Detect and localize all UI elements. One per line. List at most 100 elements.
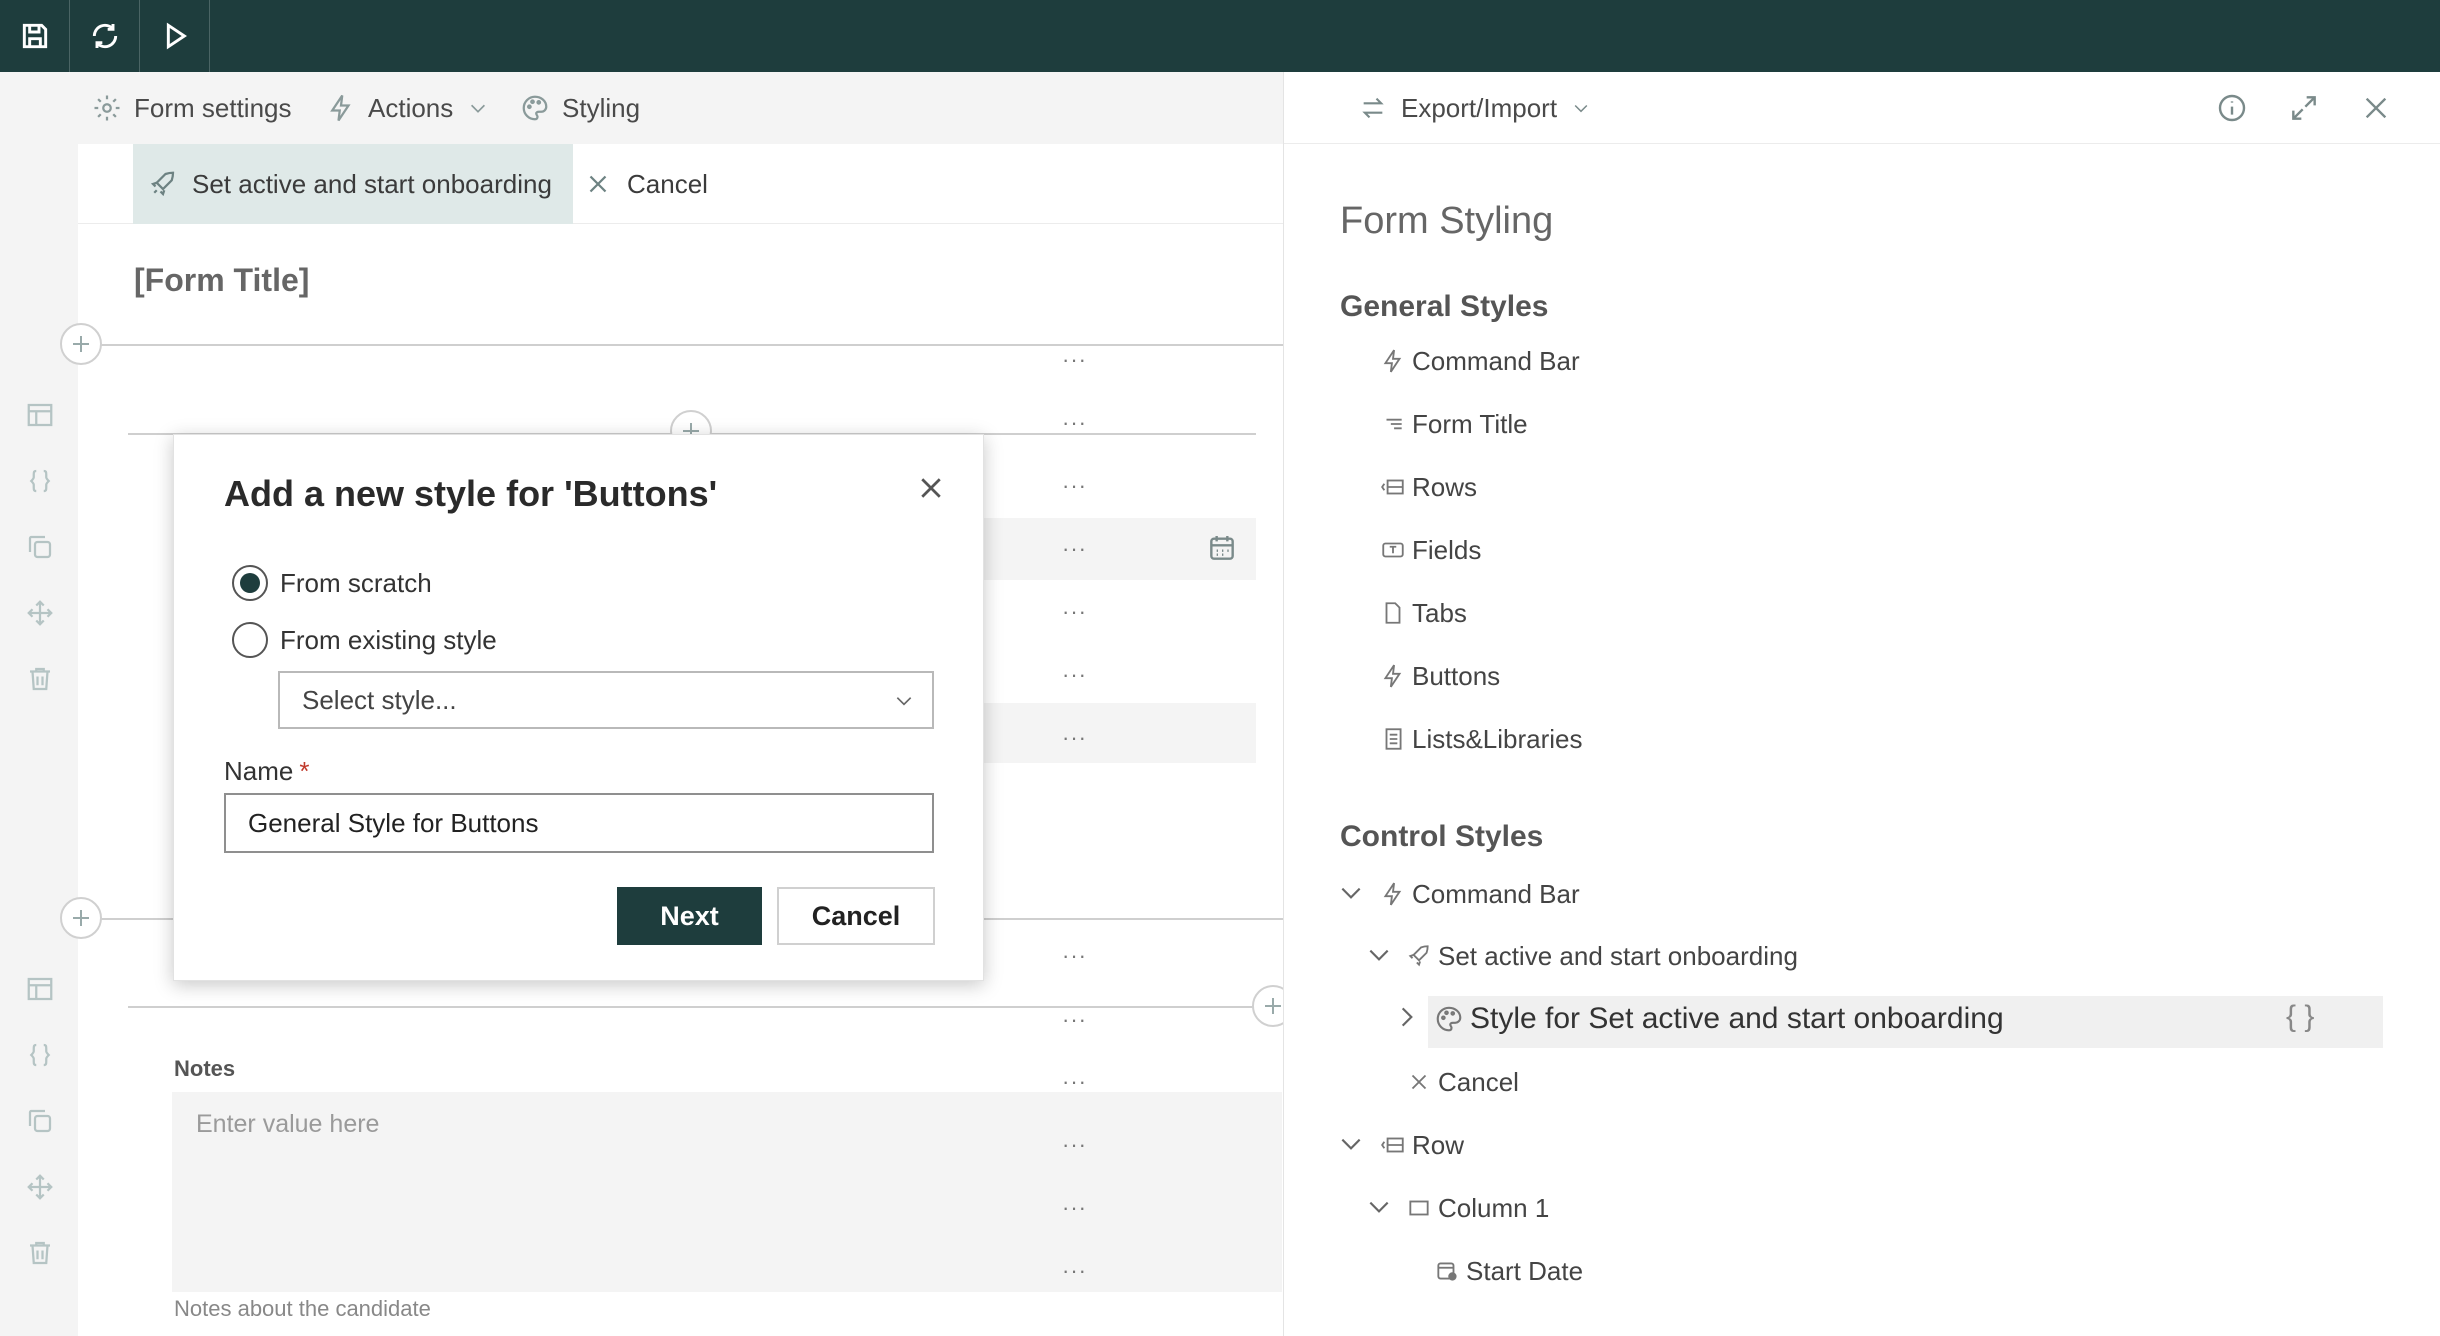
gear-icon bbox=[94, 95, 120, 121]
more-options-button[interactable]: ··· bbox=[1062, 664, 1092, 686]
more-options-button[interactable]: ··· bbox=[1062, 412, 1092, 434]
more-options-button[interactable]: ··· bbox=[1062, 945, 1092, 967]
code-braces-icon[interactable] bbox=[23, 1038, 57, 1072]
tree-label: Fields bbox=[1412, 534, 1482, 565]
row-settings-icon[interactable] bbox=[23, 972, 57, 1006]
more-options-button[interactable]: ··· bbox=[1062, 727, 1092, 749]
calendar-icon bbox=[1434, 1258, 1460, 1284]
chevron-down-icon[interactable] bbox=[1338, 1131, 1364, 1157]
general-item-buttons[interactable]: Buttons bbox=[1380, 653, 1500, 699]
tree-label: Cancel bbox=[1438, 1066, 1519, 1097]
tree-label: Set active and start onboarding bbox=[1438, 940, 1798, 971]
column-icon bbox=[1406, 1195, 1432, 1221]
general-item-rows[interactable]: Rows bbox=[1380, 464, 1477, 510]
notes-label: Notes bbox=[174, 1056, 236, 1081]
top-toolbar bbox=[0, 0, 2440, 72]
chevron-down-icon[interactable] bbox=[1366, 942, 1392, 968]
refresh-button[interactable] bbox=[70, 0, 140, 72]
control-item-start-date[interactable]: Start Date bbox=[1434, 1248, 1583, 1294]
expand-icon[interactable] bbox=[2288, 92, 2320, 124]
tab-label: Actions bbox=[368, 92, 454, 123]
move-icon[interactable] bbox=[23, 596, 57, 630]
tab-form-settings[interactable]: Form settings bbox=[92, 72, 292, 144]
play-icon bbox=[166, 22, 187, 50]
close-icon bbox=[589, 175, 607, 193]
name-input[interactable]: General Style for Buttons bbox=[224, 793, 934, 853]
chevron-right-icon[interactable] bbox=[1394, 1004, 1420, 1030]
field-icon bbox=[1380, 537, 1406, 563]
notes-placeholder: Enter value here bbox=[196, 1110, 380, 1138]
tab-label: Form settings bbox=[134, 92, 292, 123]
calendar-icon[interactable] bbox=[1206, 532, 1238, 564]
tree-label: Buttons bbox=[1412, 660, 1501, 691]
code-braces-icon[interactable]: { } bbox=[2286, 1000, 2314, 1034]
notes-textarea[interactable]: Enter value here bbox=[172, 1092, 1282, 1292]
more-options-button[interactable]: ··· bbox=[1062, 475, 1092, 497]
control-item-set-active[interactable]: Set active and start onboarding bbox=[1406, 933, 1798, 979]
control-item-column[interactable]: Column 1 bbox=[1406, 1185, 1549, 1231]
set-active-button[interactable]: Set active and start onboarding bbox=[133, 144, 573, 224]
move-icon[interactable] bbox=[23, 1170, 57, 1204]
row-settings-icon[interactable] bbox=[23, 398, 57, 432]
save-button[interactable] bbox=[0, 0, 70, 72]
export-import-menu[interactable]: Export/Import bbox=[1359, 72, 1591, 144]
title-icon bbox=[1380, 411, 1406, 437]
chevron-down-icon[interactable] bbox=[1366, 1194, 1392, 1220]
general-item-lists-libraries[interactable]: Lists&Libraries bbox=[1380, 716, 1583, 762]
close-icon[interactable] bbox=[2360, 92, 2392, 124]
radio-from-existing[interactable]: From existing style bbox=[232, 622, 497, 658]
add-row-button[interactable] bbox=[60, 897, 102, 939]
control-item-cancel[interactable]: Cancel bbox=[1406, 1059, 1519, 1105]
info-icon[interactable] bbox=[2216, 92, 2248, 124]
form-field[interactable] bbox=[984, 703, 1256, 763]
more-options-button[interactable]: ··· bbox=[1062, 538, 1092, 560]
run-button[interactable] bbox=[140, 0, 210, 72]
tab-styling[interactable]: Styling bbox=[520, 72, 640, 144]
set-active-label: Set active and start onboarding bbox=[192, 168, 552, 199]
copy-icon[interactable] bbox=[23, 1104, 57, 1138]
control-item-row[interactable]: Row bbox=[1380, 1122, 1464, 1168]
general-item-command-bar[interactable]: Command Bar bbox=[1380, 338, 1580, 384]
more-options-button[interactable]: ··· bbox=[1062, 349, 1092, 371]
add-row-button[interactable] bbox=[60, 323, 102, 365]
tab-actions[interactable]: Actions bbox=[326, 72, 489, 144]
dialog-close-button[interactable] bbox=[916, 473, 946, 503]
more-options-button[interactable]: ··· bbox=[1062, 1260, 1092, 1282]
code-braces-icon[interactable] bbox=[23, 464, 57, 498]
copy-icon[interactable] bbox=[23, 530, 57, 564]
radio-from-scratch[interactable]: From scratch bbox=[232, 565, 432, 601]
control-styles-heading: Control Styles bbox=[1340, 820, 1544, 853]
command-cancel-button[interactable]: Cancel bbox=[583, 144, 708, 224]
close-icon bbox=[1406, 1069, 1432, 1095]
name-label: Name * bbox=[224, 756, 309, 787]
save-icon bbox=[22, 23, 47, 49]
dialog-cancel-button[interactable]: Cancel bbox=[777, 887, 935, 945]
delete-icon[interactable] bbox=[23, 1236, 57, 1270]
swap-icon bbox=[1362, 97, 1384, 119]
tree-label: Command Bar bbox=[1412, 878, 1580, 909]
rows-icon bbox=[1380, 1132, 1406, 1158]
more-options-button[interactable]: ··· bbox=[1062, 601, 1092, 623]
form-title[interactable]: [Form Title] bbox=[134, 262, 309, 299]
lightning-icon bbox=[1380, 348, 1406, 374]
control-item-style[interactable]: Style for Set active and start onboardin… bbox=[1434, 996, 2004, 1042]
tree-label: Row bbox=[1412, 1129, 1465, 1160]
radio-button[interactable] bbox=[232, 622, 268, 658]
more-options-button[interactable]: ··· bbox=[1062, 1134, 1092, 1156]
more-options-button[interactable]: ··· bbox=[1062, 1197, 1092, 1219]
export-import-label: Export/Import bbox=[1401, 92, 1558, 123]
plus-icon bbox=[73, 336, 89, 352]
more-options-button[interactable]: ··· bbox=[1062, 1071, 1092, 1093]
chevron-down-icon[interactable] bbox=[1338, 880, 1364, 906]
general-item-fields[interactable]: Fields bbox=[1380, 527, 1481, 573]
general-item-form-title[interactable]: Form Title bbox=[1380, 401, 1528, 447]
next-button[interactable]: Next bbox=[617, 887, 762, 945]
general-item-tabs[interactable]: Tabs bbox=[1380, 590, 1467, 636]
delete-icon[interactable] bbox=[23, 662, 57, 696]
add-style-dialog: Add a new style for 'Buttons' From scrat… bbox=[173, 434, 984, 981]
more-options-button[interactable]: ··· bbox=[1062, 1009, 1092, 1031]
style-select[interactable]: Select style... bbox=[278, 671, 934, 729]
select-placeholder: Select style... bbox=[302, 684, 457, 715]
control-item-command-bar[interactable]: Command Bar bbox=[1380, 871, 1580, 917]
radio-button-checked[interactable] bbox=[232, 565, 268, 601]
